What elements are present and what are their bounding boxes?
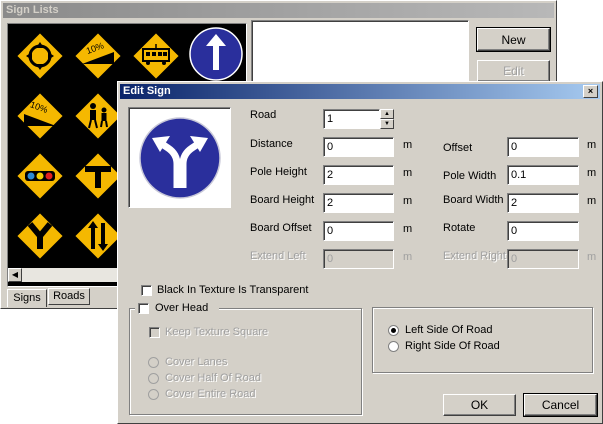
cover-entire-label[interactable]: Cover Entire Road xyxy=(165,388,256,400)
pole-height-unit: m xyxy=(403,167,413,179)
right-side-radio[interactable] xyxy=(388,341,399,352)
extend-left-unit: m xyxy=(403,251,413,263)
right-side-label[interactable]: Right Side Of Road xyxy=(405,340,500,352)
extend-right-unit: m xyxy=(587,251,597,263)
offset-unit: m xyxy=(587,139,597,151)
board-offset-unit: m xyxy=(403,223,413,235)
board-width-input[interactable]: 2 xyxy=(507,193,579,213)
distance-label: Distance xyxy=(250,138,293,150)
cover-lanes-label[interactable]: Cover Lanes xyxy=(165,356,227,368)
sign-lists-title: Sign Lists xyxy=(6,4,59,16)
keep-square-label[interactable]: Keep Texture Square xyxy=(165,326,268,338)
offset-label: Offset xyxy=(443,142,473,154)
road-label: Road xyxy=(250,109,277,121)
close-icon: × xyxy=(587,86,594,96)
over-head-checkbox[interactable] xyxy=(138,303,149,314)
pole-height-label: Pole Height xyxy=(250,166,307,178)
over-head-label[interactable]: Over Head xyxy=(155,302,208,314)
black-transparent-checkbox[interactable] xyxy=(141,285,152,296)
tab-signs[interactable]: Signs xyxy=(7,289,47,307)
offset-input[interactable]: 0 xyxy=(507,137,579,157)
extend-left-label: Extend Left xyxy=(250,250,306,262)
cancel-button[interactable]: Cancel xyxy=(523,393,598,417)
cover-half-radio[interactable] xyxy=(148,373,159,384)
tab-roads[interactable]: Roads xyxy=(48,288,90,305)
slope-10-percent-icon[interactable]: 10% xyxy=(72,30,124,82)
sign-list-box[interactable] xyxy=(251,20,469,82)
road-input[interactable]: 1 xyxy=(323,109,380,129)
extend-left-input[interactable]: 0 xyxy=(323,249,394,269)
board-height-unit: m xyxy=(403,195,413,207)
rotate-label: Rotate xyxy=(443,222,476,234)
new-button[interactable]: New xyxy=(476,27,551,52)
scroll-left-button[interactable]: ◀ xyxy=(8,268,22,282)
board-height-input[interactable]: 2 xyxy=(323,193,394,213)
sign-lists-titlebar[interactable]: Sign Lists xyxy=(3,3,554,18)
edit-sign-titlebar[interactable]: Edit Sign × xyxy=(120,84,600,99)
extend-right-input[interactable]: 0 xyxy=(507,249,579,269)
board-width-unit: m xyxy=(587,195,597,207)
cover-entire-radio[interactable] xyxy=(148,389,159,400)
cover-half-label[interactable]: Cover Half Of Road xyxy=(165,372,261,384)
board-offset-label: Board Offset xyxy=(250,222,312,234)
extend-right-label: Extend Right xyxy=(443,250,506,262)
pole-width-input[interactable]: 0.1 xyxy=(507,165,579,185)
spinner-down-button[interactable]: ▼ xyxy=(380,119,394,129)
pole-width-unit: m xyxy=(587,167,597,179)
spinner-up-button[interactable]: ▲ xyxy=(380,109,394,119)
left-side-label[interactable]: Left Side Of Road xyxy=(405,324,492,336)
board-width-label: Board Width xyxy=(443,194,504,206)
board-offset-input[interactable]: 0 xyxy=(323,221,394,241)
board-height-label: Board Height xyxy=(250,194,315,206)
pole-width-label: Pole Width xyxy=(443,170,497,182)
left-side-radio[interactable] xyxy=(388,325,399,336)
tram-crossing-icon[interactable] xyxy=(130,30,182,82)
cover-lanes-radio[interactable] xyxy=(148,357,159,368)
traffic-signal-icon[interactable] xyxy=(14,150,66,202)
close-button[interactable]: × xyxy=(583,85,598,98)
distance-unit: m xyxy=(403,139,413,151)
keep-square-checkbox[interactable] xyxy=(149,327,160,338)
edit-button[interactable]: Edit xyxy=(477,60,550,82)
edit-sign-title: Edit Sign xyxy=(123,85,171,97)
pole-height-input[interactable]: 2 xyxy=(323,165,394,185)
straight-ahead-icon[interactable] xyxy=(188,26,244,82)
fork-left-right-icon xyxy=(139,117,221,199)
sign-preview xyxy=(128,107,231,208)
edit-sign-dialog: Edit Sign × Road 1 ▲ ▼ Distance 0 m Pole… xyxy=(117,81,603,424)
road-spinner[interactable]: ▲ ▼ xyxy=(380,109,394,129)
roundabout-icon[interactable] xyxy=(14,30,66,82)
ok-button[interactable]: OK xyxy=(443,394,516,416)
rotate-input[interactable]: 0 xyxy=(507,221,579,241)
black-transparent-label[interactable]: Black In Texture Is Transparent xyxy=(157,284,308,296)
distance-input[interactable]: 0 xyxy=(323,137,394,157)
steep-descent-10-percent-icon[interactable]: 10% xyxy=(14,90,66,142)
y-junction-icon[interactable] xyxy=(14,210,66,262)
